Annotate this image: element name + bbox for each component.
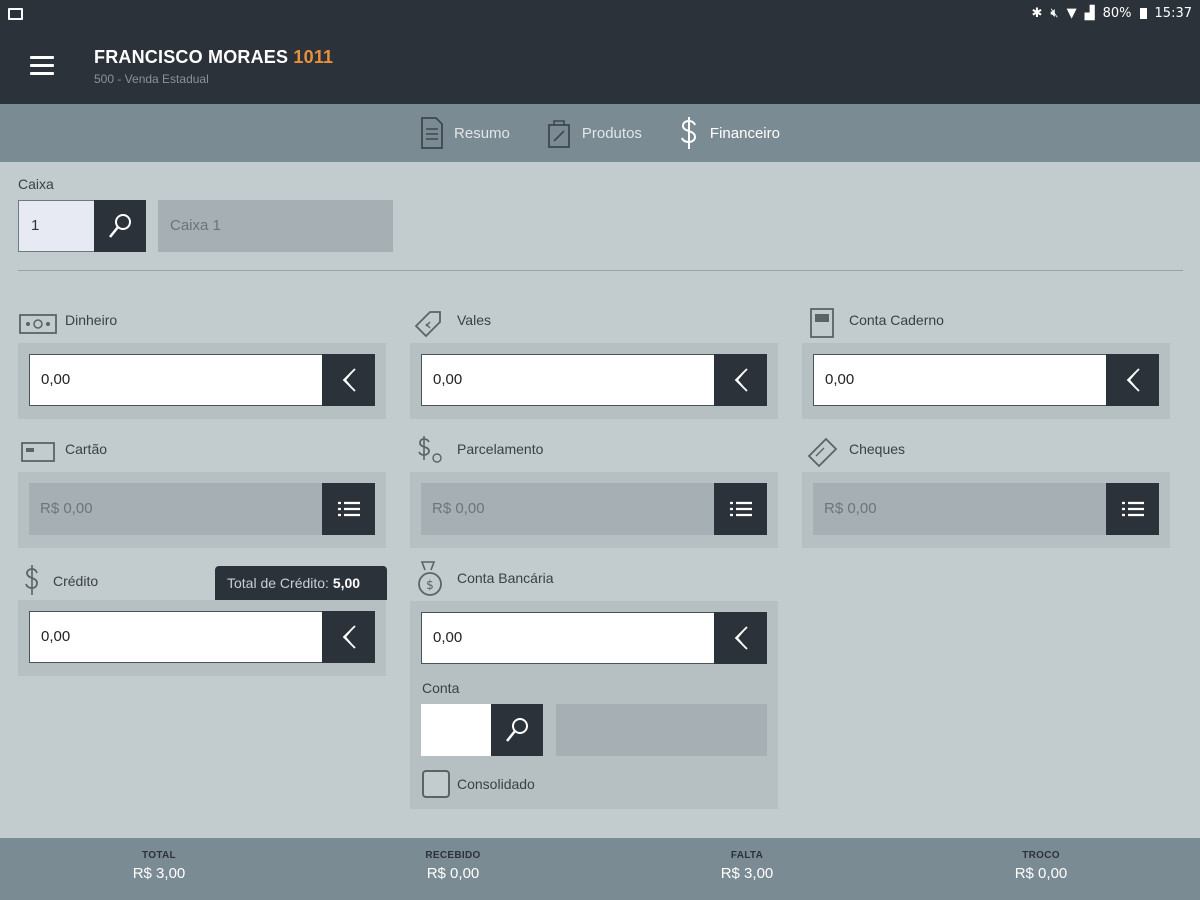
cartao-value: R$ 0,00	[29, 483, 323, 535]
list-icon	[1121, 501, 1144, 517]
customer-name: FRANCISCO MORAES	[94, 47, 289, 67]
chevron-left-icon	[342, 368, 356, 392]
tab-financeiro[interactable]: Financeiro	[674, 115, 784, 151]
parcelamento-value: R$ 0,00	[421, 483, 715, 535]
caixa-name-display: Caixa 1	[158, 200, 393, 252]
svg-text:$: $	[426, 578, 434, 592]
conta-bancaria-input[interactable]: 0,00	[421, 612, 715, 664]
credito-input[interactable]: 0,00	[29, 611, 323, 663]
credito-fill-button[interactable]	[322, 611, 375, 663]
consolidado-label: Consolidado	[457, 776, 535, 792]
totals-footer: TOTAL R$ 3,00 RECEBIDO R$ 0,00 FALTA R$ …	[0, 838, 1200, 900]
signal-icon: ▟	[1084, 6, 1095, 21]
status-bar: ✱ 🔇︎ ▼ ▟ 80% 15:37	[0, 0, 1200, 30]
credit-total-value: 5,00	[332, 575, 361, 591]
conta-caderno-input[interactable]: 0,00	[813, 354, 1107, 406]
vales-label: Vales	[457, 312, 491, 328]
wifi-icon: ▼	[1066, 6, 1077, 21]
troco-value: R$ 0,00	[1014, 865, 1068, 882]
clock: 15:37	[1154, 6, 1192, 21]
conta-caderno-fill-button[interactable]	[1106, 354, 1159, 406]
falta-value: R$ 3,00	[720, 865, 774, 882]
total-summary: TOTAL R$ 3,00	[59, 850, 259, 882]
cheques-list-button[interactable]	[1106, 483, 1159, 535]
cheque-icon	[807, 437, 838, 468]
conta-name-display	[556, 704, 767, 756]
vales-input[interactable]: 0,00	[421, 354, 715, 406]
parcelamento-label: Parcelamento	[457, 441, 544, 457]
recebido-value: R$ 0,00	[426, 865, 480, 882]
credit-total-label: Total de Crédito:	[227, 575, 329, 591]
dinheiro-fill-button[interactable]	[322, 354, 375, 406]
tab-label: Financeiro	[709, 124, 780, 142]
caixa-search-button[interactable]	[94, 200, 146, 252]
financeiro-panel: Caixa 1 Caixa 1 Dinheiro 0,00 Vales 0,00…	[0, 162, 1200, 838]
app-bar: FRANCISCO MORAES 1011 500 - Venda Estadu…	[0, 30, 1200, 104]
conta-input[interactable]	[421, 704, 492, 756]
total-label: TOTAL	[142, 850, 176, 861]
money-icon	[19, 314, 57, 334]
credito-label: Crédito	[53, 573, 99, 589]
recebido-label: RECEBIDO	[425, 850, 481, 861]
menu-button[interactable]	[30, 56, 54, 76]
chevron-left-icon	[1126, 368, 1140, 392]
tab-resumo[interactable]: Resumo	[416, 117, 514, 149]
document-icon	[421, 117, 443, 149]
tab-label: Produtos	[581, 124, 642, 142]
chevron-left-icon	[734, 368, 748, 392]
list-icon	[337, 501, 360, 517]
voucher-icon	[414, 311, 441, 338]
conta-label: Conta	[422, 680, 460, 696]
divider	[18, 270, 1183, 271]
conta-search-button[interactable]	[491, 704, 543, 756]
credit-total-badge: Total de Crédito: 5,00	[215, 566, 387, 600]
caixa-input[interactable]: 1	[18, 200, 94, 252]
menu-icon	[30, 56, 54, 59]
total-value: R$ 3,00	[132, 865, 186, 882]
money-bag-icon: $	[418, 561, 442, 596]
dinheiro-label: Dinheiro	[65, 312, 118, 328]
conta-bancaria-label: Conta Bancária	[457, 570, 554, 586]
cheques-value: R$ 0,00	[813, 483, 1107, 535]
chevron-left-icon	[734, 626, 748, 650]
battery-icon	[1139, 8, 1147, 19]
search-icon	[109, 214, 131, 238]
battery-level: 80%	[1102, 6, 1132, 21]
notebook-icon	[810, 308, 834, 338]
caixa-label: Caixa	[18, 176, 54, 192]
cartao-list-button[interactable]	[322, 483, 375, 535]
falta-label: FALTA	[730, 850, 764, 861]
installment-icon	[418, 436, 442, 463]
search-icon	[506, 718, 528, 742]
cartao-label: Cartão	[65, 441, 108, 457]
list-icon	[729, 501, 752, 517]
chevron-left-icon	[342, 625, 356, 649]
consolidado-checkbox[interactable]	[422, 770, 450, 798]
card-icon	[21, 442, 55, 462]
page-subtitle: 500 - Venda Estadual	[94, 72, 209, 86]
page-title: FRANCISCO MORAES 1011	[94, 47, 333, 68]
dinheiro-input[interactable]: 0,00	[29, 354, 323, 406]
dollar-icon	[25, 565, 38, 595]
troco-summary: TROCO R$ 0,00	[941, 850, 1141, 882]
mute-icon: 🔇︎	[1050, 6, 1059, 21]
dollar-icon	[680, 117, 696, 149]
customer-code: 1011	[293, 47, 334, 67]
image-notification-icon	[8, 8, 23, 20]
tab-produtos[interactable]: Produtos	[542, 117, 646, 149]
vales-fill-button[interactable]	[714, 354, 767, 406]
troco-label: TROCO	[1022, 850, 1060, 861]
conta-caderno-label: Conta Caderno	[849, 312, 944, 328]
recebido-summary: RECEBIDO R$ 0,00	[353, 850, 553, 882]
cheques-label: Cheques	[849, 441, 906, 457]
falta-summary: FALTA R$ 3,00	[647, 850, 847, 882]
parcelamento-list-button[interactable]	[714, 483, 767, 535]
conta-bancaria-fill-button[interactable]	[714, 612, 767, 664]
bluetooth-icon: ✱	[1031, 6, 1043, 21]
bag-icon	[547, 120, 570, 148]
tab-bar: Resumo Produtos Financeiro	[0, 104, 1200, 162]
tab-label: Resumo	[454, 124, 510, 142]
